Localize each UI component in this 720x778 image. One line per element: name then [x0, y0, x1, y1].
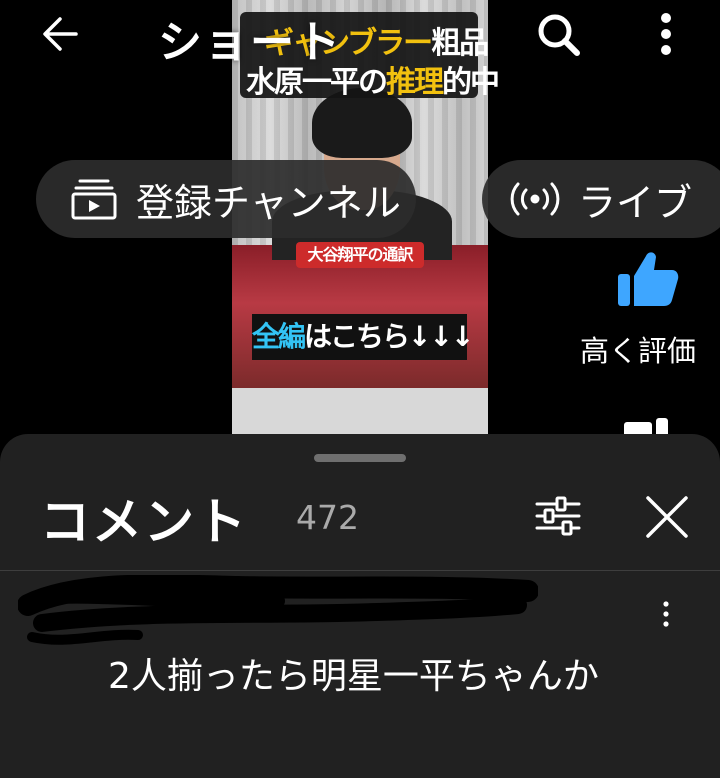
caption-cta-highlight: 全編 [252, 320, 306, 353]
comment-text: 2人揃ったら明星一平ちゃんか [108, 656, 599, 697]
comment-more-button[interactable] [652, 595, 680, 635]
caption-line1-rest: 粗品 [431, 26, 489, 61]
search-icon [538, 14, 580, 56]
more-options-button[interactable] [640, 6, 692, 62]
thumbs-up-icon [618, 252, 679, 306]
like-label: 高く評価 [580, 334, 697, 368]
close-button[interactable] [640, 490, 694, 544]
close-icon [646, 496, 688, 538]
sort-filter-button[interactable] [530, 492, 586, 540]
caption-cta-rest: はこちら↓↓↓ [304, 320, 474, 353]
caption-line2-start: 水原一平の [246, 65, 388, 100]
arrow-left-icon [43, 17, 78, 51]
caption-line2-highlight: 推理 [386, 65, 444, 100]
sort-filter-icon [535, 496, 581, 536]
chip-live-label: ライブ [578, 180, 693, 225]
chip-live[interactable]: ライブ [482, 160, 720, 238]
subscriptions-icon [71, 179, 117, 220]
video-caption-cta: 全編はこちら↓↓↓ [252, 314, 474, 360]
page-title: ショート [158, 17, 342, 68]
chip-subscriptions[interactable]: 登録チャンネル [36, 160, 416, 238]
live-broadcast-icon [510, 182, 560, 216]
chip-subscriptions-label: 登録チャンネル [136, 180, 401, 225]
comment-item: 2人揃ったら明星一平ちゃんか [0, 571, 720, 778]
video-caption-subtitle: 大谷翔平の通訳 [296, 242, 424, 268]
back-button[interactable] [36, 10, 92, 58]
comments-panel: コメント 472 2人揃ったら明星一平ちゃんか [0, 434, 720, 778]
comments-count: 472 [296, 498, 359, 537]
more-vertical-icon [661, 13, 671, 55]
drag-handle[interactable] [314, 454, 406, 462]
like-button[interactable] [616, 248, 680, 308]
search-button[interactable] [530, 8, 586, 60]
caption-line2-end: 的中 [442, 65, 500, 100]
more-vertical-icon [663, 601, 669, 627]
comments-title: コメント [40, 493, 248, 551]
video-bottom-area [232, 388, 488, 440]
